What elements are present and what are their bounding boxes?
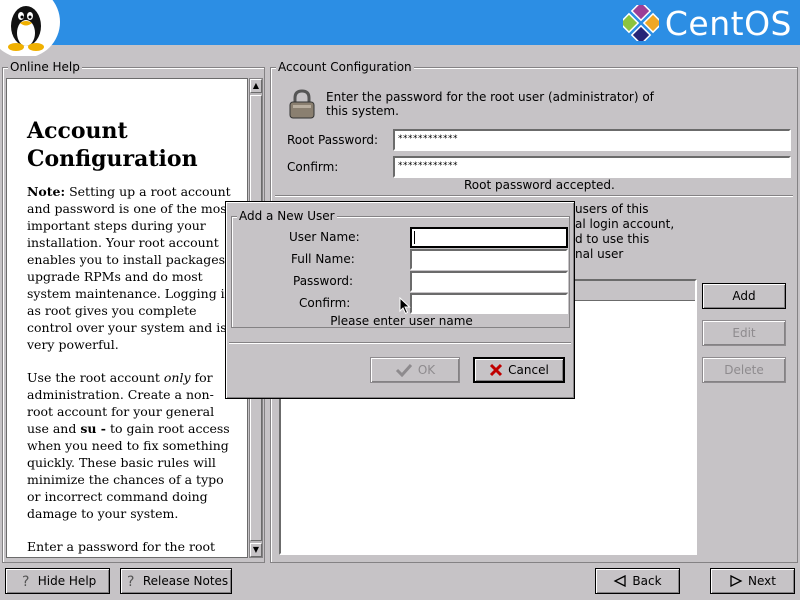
cancel-button-label: Cancel [508,363,549,377]
checkmark-icon [395,363,412,377]
next-button[interactable]: Next [710,568,795,594]
new-user-password-label: Password: [293,274,354,288]
help-paragraph-1: Note: Setting up a root account and pass… [27,183,239,353]
lock-icon [289,89,315,119]
help-question-icon: ? [22,574,29,589]
dialog-divider [229,342,571,344]
new-user-confirm-field[interactable] [410,293,568,314]
section-divider [275,195,793,197]
help-title: Account Configuration [27,117,239,173]
user-name-field[interactable] [410,227,568,248]
confirm-password-field[interactable]: ************ [393,156,791,178]
user-accounts-description: users of this al login account, d to use… [575,202,695,262]
tux-penguin-icon [0,0,60,56]
online-help-label: Online Help [8,60,82,74]
add-new-user-label: Add a New User [237,209,337,223]
help-paragraph-3: Enter a password for the root account. T… [27,539,228,557]
help-para2-c: to gain root access when you need to fix… [27,421,230,521]
note-label: Note: [27,184,66,199]
scroll-up-arrow-icon[interactable]: ▲ [250,79,262,93]
release-notes-label: Release Notes [142,574,229,588]
scroll-down-arrow-icon[interactable]: ▼ [250,543,262,557]
release-notes-question-icon: ? [127,574,134,589]
back-button[interactable]: Back [595,568,680,594]
full-name-label: Full Name: [291,252,355,266]
description-line-4: nal user [575,247,624,261]
ok-button[interactable]: OK [370,357,460,383]
help-paragraph-2: Use the root account only for administra… [27,369,239,522]
delete-user-button[interactable]: Delete [702,357,786,383]
new-user-password-field[interactable] [410,271,568,292]
description-line-3: d to use this [575,232,650,246]
help-title-line1: Account [27,118,128,144]
root-password-label: Root Password: [287,133,379,147]
description-line-2: al login account, [575,217,675,231]
dialog-status-text: Please enter user name [330,314,473,328]
help-para2-su: su - [80,421,106,436]
add-user-button[interactable]: Add [702,283,786,309]
cancel-x-icon [490,363,503,377]
back-arrow-icon [613,575,627,587]
help-para2-em: only [163,370,191,385]
full-name-field[interactable] [410,249,568,270]
add-button-label: Add [732,289,756,303]
cancel-button[interactable]: Cancel [473,357,565,383]
next-button-label: Next [748,574,776,588]
help-para1-text: Setting up a root account and password i… [27,184,233,352]
delete-button-label: Delete [724,363,764,377]
root-password-instruction: Enter the password for the root user (ad… [326,90,654,118]
user-name-label: User Name: [289,230,360,244]
help-title-line2: Configuration [27,146,198,172]
edit-button-label: Edit [732,326,756,340]
text-caret [414,231,415,244]
header-bar: CentOS [0,0,800,56]
svg-text:?: ? [22,574,29,589]
edit-user-button[interactable]: Edit [702,320,786,346]
release-notes-button[interactable]: ? Release Notes [120,568,232,594]
svg-text:?: ? [127,574,134,589]
centos-logo: CentOS [622,3,792,43]
root-password-field[interactable]: ************ [393,129,791,151]
description-line-1: users of this [575,202,649,216]
mouse-pointer-icon [399,297,411,315]
hide-help-button[interactable]: ? Hide Help [5,568,110,594]
centos-emblem-icon [622,5,659,41]
help-text-view[interactable]: Account Configuration Note: Setting up a… [6,78,248,558]
password-status-text: Root password accepted. [464,178,615,192]
ok-button-label: OK [417,363,436,377]
new-user-confirm-label: Confirm: [299,296,351,310]
hide-help-label: Hide Help [37,574,97,588]
brand-name: CentOS [664,3,792,43]
confirm-password-label: Confirm: [287,160,339,174]
account-configuration-label: Account Configuration [276,60,414,74]
help-para2-a: Use the root account [27,370,164,385]
back-button-label: Back [632,574,662,588]
next-arrow-icon [730,575,743,587]
